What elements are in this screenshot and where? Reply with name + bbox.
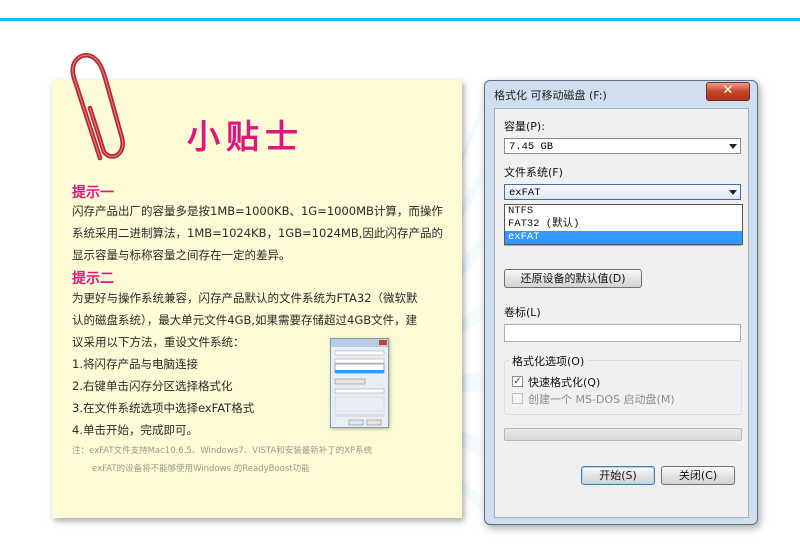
start-button[interactable]: 开始(S): [581, 466, 655, 485]
filesystem-option[interactable]: NTFS: [505, 205, 742, 218]
tip2-line: 议采用以下方法，重设文件系统：: [72, 335, 245, 349]
capacity-value: 7.45 GB: [509, 141, 554, 153]
dialog-title: 格式化 可移动磁盘 (F:): [494, 89, 607, 102]
filesystem-option[interactable]: exFAT: [505, 231, 742, 244]
chevron-down-icon: [729, 190, 737, 195]
restore-defaults-button[interactable]: 还原设备的默认值(D): [504, 269, 642, 288]
tip1-heading: 提示一: [72, 185, 114, 201]
volume-input[interactable]: [504, 324, 741, 342]
filesystem-option[interactable]: FAT32 (默认): [505, 218, 742, 231]
filesystem-dropdown-list: NTFS FAT32 (默认) exFAT: [504, 204, 743, 245]
dialog-client-area: 容量(P): 7.45 GB 文件系统(F) exFAT NTFS FAT32 …: [494, 108, 749, 518]
tip1-line: 闪存产品出厂的容量多是按1MB=1000KB、1G=1000MB计算，而操作: [72, 204, 443, 218]
dialog-thumbnail: [330, 338, 389, 428]
tip1-line: 显示容量与标称容量之间存在一定的差异。: [72, 248, 291, 262]
tips-title: 小贴士: [187, 117, 304, 156]
close-icon[interactable]: ✕: [706, 82, 750, 101]
paperclip-icon: [70, 52, 125, 161]
filesystem-select[interactable]: exFAT: [504, 184, 741, 200]
chevron-down-icon: [729, 144, 737, 149]
tip2-line: 为更好与操作系统兼容，闪存产品默认的文件系统为FTA32（微软默: [72, 291, 418, 305]
tip1-line: 系统采用二进制算法，1MB=1024KB，1GB=1024MB,因此闪存产品的: [72, 226, 443, 240]
step-item: 1.将闪存产品与电脑连接: [72, 357, 198, 371]
filesystem-value: exFAT: [509, 187, 541, 199]
quick-format-label[interactable]: 快速格式化(Q): [528, 374, 600, 390]
filesystem-label: 文件系统(F): [504, 166, 563, 179]
tip2-line: 认的磁盘系统），最大单元文件4GB,如果需要存储超过4GB文件，建: [72, 313, 418, 327]
format-options-label: 格式化选项(O): [509, 353, 588, 369]
msdos-checkbox[interactable]: [512, 393, 523, 404]
tip2-heading: 提示二: [72, 271, 114, 287]
capacity-label: 容量(P):: [504, 120, 545, 133]
volume-label: 卷标(L): [504, 306, 541, 319]
step-item: 2.右键单击闪存分区选择格式化: [72, 379, 233, 393]
format-progress-bar: [504, 428, 742, 441]
format-dialog: 格式化 可移动磁盘 (F:) ✕ 容量(P): 7.45 GB 文件系统(F) …: [484, 80, 758, 525]
msdos-label[interactable]: 创建一个 MS-DOS 启动盘(M): [528, 391, 675, 407]
step-item: 3.在文件系统选项中选择exFAT格式: [72, 401, 255, 415]
close-button[interactable]: 关闭(C): [661, 466, 735, 485]
step-item: 4.单击开始，完成即可。: [72, 423, 198, 437]
footnote-line: exFAT的设备将不能够使用Windows 的ReadyBoost功能: [92, 464, 310, 474]
footnote-line: 注：exFAT文件支持Mac10.6.5、Windows7、VISTA和安装最新…: [72, 446, 373, 456]
quick-format-checkbox[interactable]: ✓: [512, 376, 523, 387]
capacity-select[interactable]: 7.45 GB: [504, 138, 741, 154]
